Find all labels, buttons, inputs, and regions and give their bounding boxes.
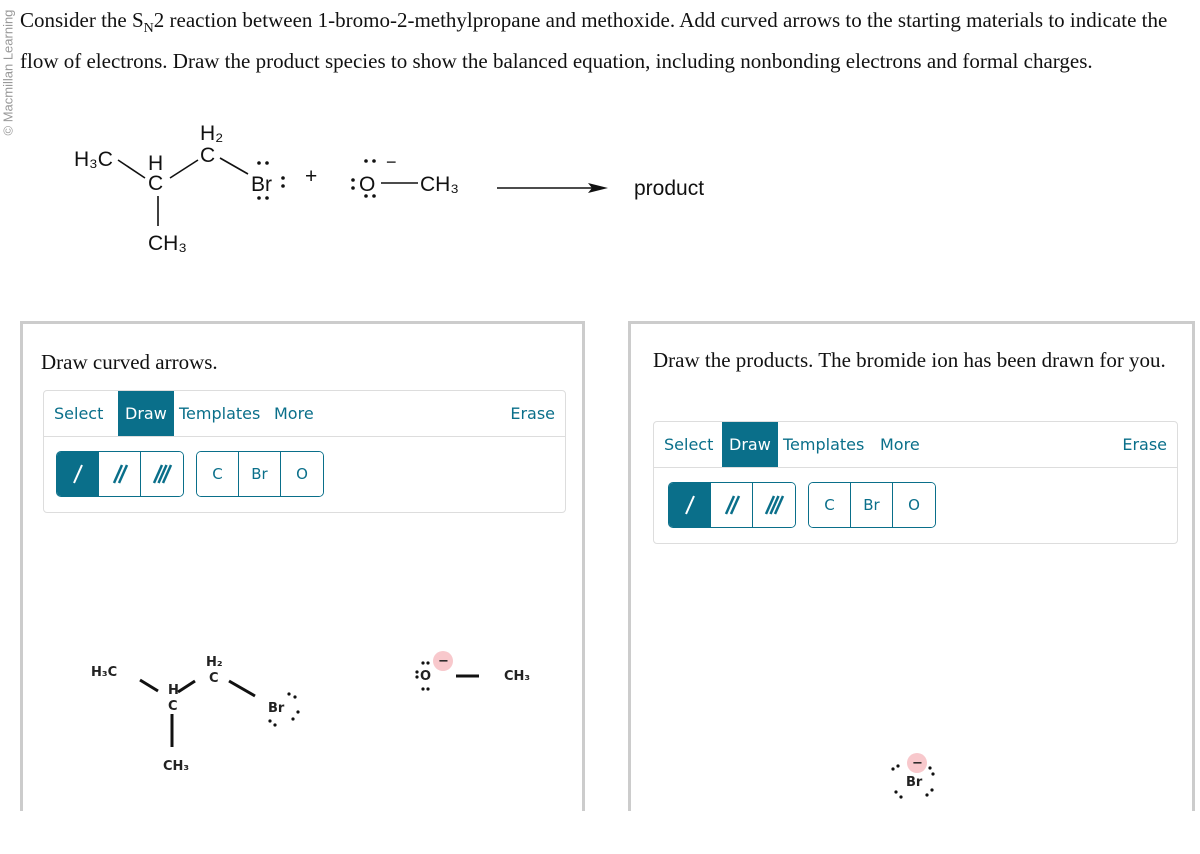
erase-button[interactable]: Erase xyxy=(1118,422,1171,467)
atom-c-button[interactable]: C xyxy=(197,452,239,496)
question-subscript: N xyxy=(143,21,154,37)
bromide-charge[interactable]: − xyxy=(912,756,923,771)
products-panel: Draw the products. The bromide ion has b… xyxy=(628,321,1195,811)
double-bond-icon xyxy=(112,464,128,484)
panel-prompt: Draw the products. The bromide ion has b… xyxy=(653,348,1166,372)
rxn-bond xyxy=(219,157,249,175)
tab-draw[interactable]: Draw xyxy=(722,422,778,467)
rxn-o-charge: − xyxy=(386,152,397,172)
atom-br-button[interactable]: Br xyxy=(851,483,893,527)
rxn-bond xyxy=(117,159,146,179)
canvas-c2[interactable]: C xyxy=(209,671,219,686)
tab-templates[interactable]: Templates xyxy=(175,391,264,436)
tab-templates[interactable]: Templates xyxy=(779,422,868,467)
double-bond-icon xyxy=(724,495,740,515)
single-bond-button[interactable] xyxy=(669,483,711,527)
triple-bond-button[interactable] xyxy=(753,483,795,527)
double-bond-button[interactable] xyxy=(711,483,753,527)
question-part2: 2 reaction between 1-bromo-2-methylpropa… xyxy=(20,8,1168,74)
rxn-plus: + xyxy=(305,165,317,188)
canvas-h[interactable]: H xyxy=(168,683,179,698)
tab-more[interactable]: More xyxy=(270,391,318,436)
rxn-h2: H₂ xyxy=(200,122,223,145)
rxn-bond xyxy=(169,159,199,179)
toolbar-tabs: Select Draw Templates More Erase xyxy=(654,422,1177,468)
canvas-o[interactable]: O xyxy=(420,669,431,684)
rxn-ch3-methoxide: CH₃ xyxy=(420,173,459,196)
canvas-bond xyxy=(139,678,159,693)
question-text: Consider the SN2 reaction between 1-brom… xyxy=(20,4,1180,77)
atom-o-button[interactable]: O xyxy=(281,452,323,496)
tab-draw[interactable]: Draw xyxy=(118,391,174,436)
canvas-h3c[interactable]: H₃C xyxy=(91,665,117,680)
drawing-canvas[interactable]: − Br xyxy=(631,554,1192,854)
triple-bond-icon xyxy=(152,464,173,484)
curved-arrows-panel: Draw curved arrows. Select Draw Template… xyxy=(20,321,585,811)
single-bond-icon xyxy=(72,464,83,484)
rxn-c1: C xyxy=(148,172,163,195)
atom-tools: C Br O xyxy=(808,482,936,528)
tool-groups: C Br O xyxy=(56,451,324,497)
tab-select[interactable]: Select xyxy=(50,391,107,436)
panel-prompt: Draw curved arrows. xyxy=(41,350,218,374)
atom-c-button[interactable]: C xyxy=(809,483,851,527)
canvas-o-charge[interactable]: − xyxy=(438,654,449,669)
bond-tools xyxy=(56,451,184,497)
rxn-h3c: H₃C xyxy=(74,148,113,171)
drawing-toolbar: Select Draw Templates More Erase C Br O xyxy=(653,421,1178,544)
drawing-toolbar: Select Draw Templates More Erase C Br O xyxy=(43,390,566,513)
rxn-br: Br xyxy=(251,173,272,196)
triple-bond-icon xyxy=(764,495,785,515)
single-bond-button[interactable] xyxy=(57,452,99,496)
canvas-bond xyxy=(228,679,256,698)
question-part1: Consider the S xyxy=(20,8,144,32)
triple-bond-button[interactable] xyxy=(141,452,183,496)
canvas-ch3[interactable]: CH₃ xyxy=(163,759,189,774)
rxn-c2: C xyxy=(200,144,215,167)
canvas-ch3-methoxide[interactable]: CH₃ xyxy=(504,669,530,684)
rxn-o: O xyxy=(359,173,375,196)
canvas-h2[interactable]: H₂ xyxy=(206,655,223,670)
bond-tools xyxy=(668,482,796,528)
double-bond-button[interactable] xyxy=(99,452,141,496)
canvas-bond xyxy=(177,679,196,694)
erase-button[interactable]: Erase xyxy=(506,391,559,436)
reaction-scheme: H₃C H C H₂ C Br CH₃ + O − CH₃ product xyxy=(74,122,704,255)
tool-groups: C Br O xyxy=(668,482,936,528)
drawing-canvas[interactable]: H₃C H C H₂ C Br CH₃ O − CH₃ xyxy=(23,514,582,814)
canvas-br[interactable]: Br xyxy=(268,701,285,716)
product-label: product xyxy=(634,177,704,200)
atom-tools: C Br O xyxy=(196,451,324,497)
bromide-ion[interactable]: Br xyxy=(906,775,923,790)
atom-o-button[interactable]: O xyxy=(893,483,935,527)
canvas-c1[interactable]: C xyxy=(168,699,178,714)
toolbar-tabs: Select Draw Templates More Erase xyxy=(44,391,565,437)
single-bond-icon xyxy=(684,495,695,515)
rxn-ch3: CH₃ xyxy=(148,232,187,255)
tab-select[interactable]: Select xyxy=(660,422,717,467)
atom-br-button[interactable]: Br xyxy=(239,452,281,496)
tab-more[interactable]: More xyxy=(876,422,924,467)
